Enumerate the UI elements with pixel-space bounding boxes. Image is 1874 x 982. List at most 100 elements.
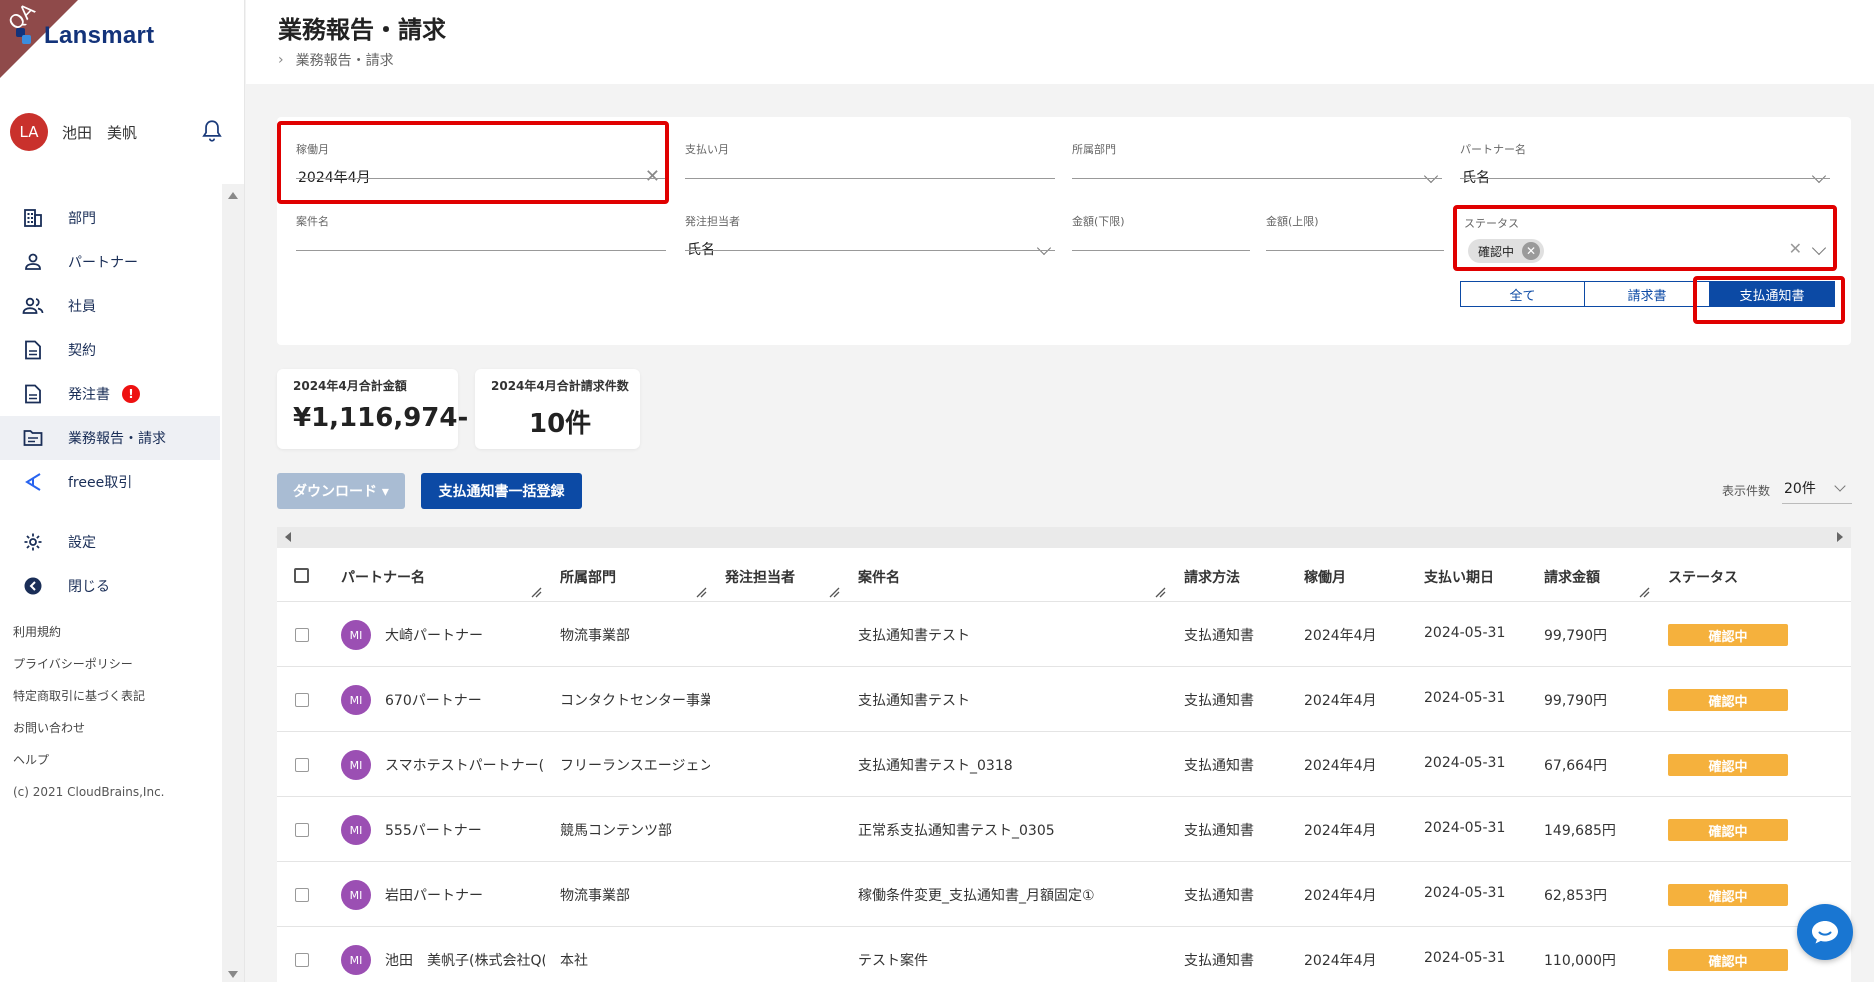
table-row[interactable]: MI 555パートナー 競馬コンテンツ部 正常系支払通知書テスト_0305 支払… (277, 797, 1851, 862)
breadcrumb-item[interactable]: 業務報告・請求 (296, 50, 394, 70)
sidebar-nav: 部門 パートナー 社員 契約 発注書 ! 業務報告・請求 freee取引 設定 … (0, 196, 220, 608)
sidebar-item-label: 社員 (68, 299, 96, 315)
cell-amount: 99,790円 (1544, 628, 1607, 644)
total-count-value: 10件 (529, 409, 592, 439)
sidebar-item-settings[interactable]: 設定 (0, 520, 220, 564)
row-checkbox[interactable] (295, 758, 309, 772)
chevron-down-icon[interactable] (1036, 240, 1052, 256)
sidebar-item-reports-billing[interactable]: 業務報告・請求 (0, 416, 220, 460)
cell-billing-method: 支払通知書 (1184, 888, 1254, 904)
field-underline (1266, 250, 1444, 251)
chat-icon (1812, 921, 1838, 944)
sidebar-item-employee[interactable]: 社員 (0, 284, 220, 328)
terms-link[interactable]: 利用規約 (13, 616, 165, 648)
cell-working-month: 2024年4月 (1304, 953, 1377, 969)
amount-min-field[interactable]: 金額(下限) (1072, 213, 1250, 251)
partner-name-value[interactable]: 氏名 (1462, 167, 1490, 187)
sidebar-item-partner[interactable]: パートナー (0, 240, 220, 284)
bulk-register-button[interactable]: 支払通知書一括登録 (421, 473, 582, 509)
page-title: 業務報告・請求 (278, 16, 446, 44)
cell-billing-method: 支払通知書 (1184, 758, 1254, 774)
table-row[interactable]: MI 大崎パートナー 物流事業部 支払通知書テスト 支払通知書 2024年4月 … (277, 602, 1851, 667)
partner-name-field[interactable]: パートナー名 氏名 (1460, 141, 1830, 186)
column-header-partner[interactable]: パートナー名 (341, 567, 425, 587)
per-page-value: 20件 (1784, 481, 1816, 497)
gear-icon (22, 531, 44, 553)
commerce-law-link[interactable]: 特定商取引に基づく表記 (13, 680, 165, 712)
project-name-field[interactable]: 案件名 (296, 213, 666, 251)
sidebar-item-label: パートナー (68, 255, 138, 271)
column-header-billing-method[interactable]: 請求方法 (1184, 567, 1240, 587)
row-checkbox[interactable] (295, 823, 309, 837)
column-header-order-person[interactable]: 発注担当者 (725, 567, 795, 587)
table-row[interactable]: MI 池田 美帆子(株式会社Q( 本社 テスト案件 支払通知書 2024年4月 … (277, 927, 1851, 982)
department-field[interactable]: 所属部門 (1072, 141, 1442, 184)
highlight-box (1693, 276, 1845, 324)
sidebar-item-close[interactable]: 閉じる (0, 564, 220, 608)
scroll-down-icon[interactable] (228, 971, 238, 978)
sidebar-item-freee[interactable]: freee取引 (0, 460, 220, 504)
table-row[interactable]: MI 670パートナー コンタクトセンター事業 支払通知書テスト 支払通知書 2… (277, 667, 1851, 732)
sidebar-item-label: freee取引 (68, 475, 133, 491)
sidebar-item-purchase-order[interactable]: 発注書 ! (0, 372, 220, 416)
chevron-down-icon[interactable] (1423, 168, 1439, 184)
cell-working-month: 2024年4月 (1304, 693, 1377, 709)
column-header-amount[interactable]: 請求金額 (1544, 567, 1600, 587)
folder-icon (22, 427, 44, 449)
lansmart-logo-icon (16, 28, 31, 44)
order-person-value[interactable]: 氏名 (687, 239, 715, 259)
highlight-box (277, 121, 669, 204)
bell-icon[interactable] (199, 117, 225, 145)
amount-max-field[interactable]: 金額(上限) (1266, 213, 1444, 251)
status-badge: 確認中 (1668, 819, 1788, 841)
chat-button[interactable] (1797, 904, 1853, 960)
contact-link[interactable]: お問い合わせ (13, 712, 165, 744)
row-checkbox[interactable] (295, 693, 309, 707)
table-row[interactable]: MI スマホテストパートナー( フリーランスエージェン 支払通知書テスト_031… (277, 732, 1851, 797)
sidebar-item-contract[interactable]: 契約 (0, 328, 220, 372)
payment-month-field[interactable]: 支払い月 (685, 141, 1055, 179)
privacy-link[interactable]: プライバシーポリシー (13, 648, 165, 680)
column-resize-icon[interactable] (530, 586, 542, 598)
highlight-box (1453, 205, 1837, 271)
segment-invoice[interactable]: 請求書 (1585, 281, 1710, 307)
scroll-left-icon[interactable] (285, 532, 291, 542)
cell-due-date: 2024-05-31 (1424, 820, 1506, 836)
column-header-project[interactable]: 案件名 (858, 567, 900, 587)
logo[interactable]: Lansmart (14, 22, 154, 50)
column-resize-icon[interactable] (1154, 586, 1166, 598)
chevron-down-icon[interactable] (1811, 168, 1827, 184)
column-resize-icon[interactable] (695, 586, 707, 598)
cell-partner: 岩田パートナー (385, 888, 483, 904)
table-row[interactable]: MI 岩田パートナー 物流事業部 稼働条件変更_支払通知書_月額固定① 支払通知… (277, 862, 1851, 927)
cell-department: フリーランスエージェン (560, 758, 710, 774)
cell-partner: スマホテストパートナー( (385, 758, 545, 774)
row-checkbox[interactable] (295, 628, 309, 642)
segment-all[interactable]: 全て (1460, 281, 1585, 307)
people-icon (22, 295, 44, 317)
sidebar-scrollbar[interactable] (222, 184, 244, 982)
per-page-select[interactable]: 20件 (1782, 476, 1852, 504)
order-person-field[interactable]: 発注担当者 氏名 (685, 213, 1055, 258)
status-badge: 確認中 (1668, 754, 1788, 776)
select-all-checkbox[interactable] (294, 568, 309, 583)
scroll-right-icon[interactable] (1837, 532, 1843, 542)
total-amount-value: ¥1,116,974- (293, 403, 469, 433)
scroll-up-icon[interactable] (228, 192, 238, 199)
help-link[interactable]: ヘルプ (13, 744, 165, 776)
copyright: (c) 2021 CloudBrains,Inc. (13, 785, 165, 799)
column-header-due-date[interactable]: 支払い期日 (1424, 567, 1494, 587)
horizontal-scrollbar[interactable] (277, 527, 1851, 548)
column-resize-icon[interactable] (828, 586, 840, 598)
row-checkbox[interactable] (295, 953, 309, 967)
total-count-label: 2024年4月合計請求件数 (491, 379, 629, 393)
cell-department: 本社 (560, 953, 588, 969)
download-button[interactable]: ダウンロード ▾ (277, 473, 405, 509)
row-checkbox[interactable] (295, 888, 309, 902)
column-header-status[interactable]: ステータス (1668, 567, 1738, 587)
column-header-department[interactable]: 所属部門 (560, 567, 616, 587)
column-resize-icon[interactable] (1638, 586, 1650, 598)
sidebar-item-department[interactable]: 部門 (0, 196, 220, 240)
user-profile[interactable]: LA 池田 美帆 (10, 112, 225, 152)
column-header-working-month[interactable]: 稼働月 (1304, 567, 1346, 587)
